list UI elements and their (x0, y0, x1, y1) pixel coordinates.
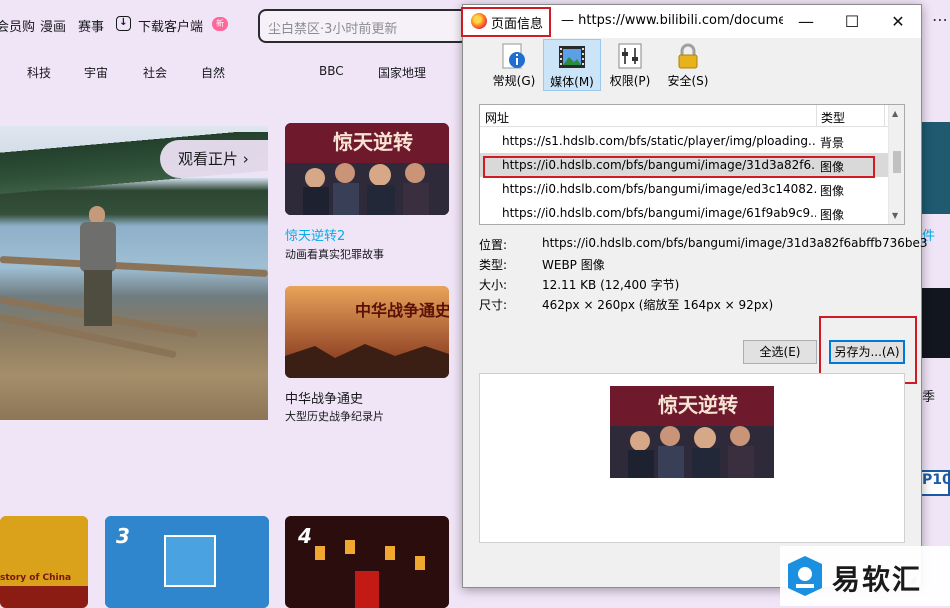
tab-label: 媒体(M) (550, 75, 594, 89)
media-list-header: 网址 类型 (480, 105, 904, 127)
preview-image: 惊天逆转 (610, 386, 774, 478)
detail-label: 类型: (479, 258, 508, 272)
column-header-address[interactable]: 网址 (485, 109, 509, 126)
page-info-dialog: 页面信息 — https://www.bilibili.com/document… (461, 4, 928, 588)
minimize-button[interactable]: — (783, 5, 829, 38)
tab-label: 常规(G) (492, 74, 536, 88)
highlight-box-title (461, 7, 551, 37)
nav-item-events[interactable]: 赛事 (78, 16, 104, 35)
media-row[interactable]: https://i0.hdslb.com/bfs/bangumi/image/6… (480, 201, 904, 224)
maximize-button[interactable]: ☐ (829, 5, 875, 38)
nav-item-manga[interactable]: 漫画 (40, 16, 66, 35)
category-tech[interactable]: 科技 (27, 64, 51, 81)
watermark: 易软汇 (780, 546, 950, 606)
media-row[interactable]: https://i0.hdslb.com/bfs/bangumi/image/e… (480, 177, 904, 201)
detail-value: https://i0.hdslb.com/bfs/bangumi/image/3… (542, 236, 928, 250)
media-row-url: https://s1.hdslb.com/bfs/static/player/i… (502, 134, 816, 148)
media-row-type: 图像 (820, 208, 845, 222)
detail-value: WEBP 图像 (542, 258, 605, 272)
category-bbc[interactable]: BBC (319, 64, 344, 78)
preview-text: 惊天逆转 (658, 393, 738, 417)
card-thumbnail-jingtian[interactable]: 惊天逆转 (285, 123, 449, 215)
tab-permissions[interactable]: 权限(P) (601, 39, 659, 91)
media-row[interactable]: https://s1.hdslb.com/bfs/static/player/i… (480, 129, 904, 153)
hero-person (76, 206, 120, 326)
right-edge-badge: P10 (918, 470, 950, 496)
right-edge-thumbnail[interactable] (922, 122, 950, 214)
preview-art: 惊天逆转 (610, 386, 774, 478)
card-title[interactable]: 惊天逆转2 (285, 225, 345, 244)
detail-label: 大小: (479, 278, 508, 292)
thumbnail-text: 中华战争通史 (355, 301, 449, 320)
search-placeholder: 尘白禁区·3小时前更新 (268, 22, 398, 37)
download-icon: ↓ (116, 16, 131, 31)
tab-media[interactable]: 媒体(M) (543, 39, 601, 91)
close-button[interactable]: ✕ (875, 5, 921, 38)
thumbnail-art: 惊天逆转 (285, 123, 449, 215)
media-list-scrollbar[interactable]: ▲ ▼ (888, 105, 904, 224)
column-header-type[interactable]: 类型 (821, 109, 845, 126)
tab-label: 安全(S) (667, 74, 709, 88)
detail-value: 462px × 260px (缩放至 164px × 92px) (542, 298, 774, 312)
detail-value: 12.11 KB (12,400 字节) (542, 278, 680, 292)
detail-label: 位置: (479, 238, 508, 252)
media-row-url: https://i0.hdslb.com/bfs/bangumi/image/e… (502, 182, 816, 196)
card-title[interactable]: 中华战争通史 (285, 388, 363, 407)
hero-log (0, 256, 268, 278)
dialog-tabs: 常规(G) 媒体(M) 权限(P) 安全(S) (463, 38, 921, 92)
category-natgeo[interactable]: 国家地理 (378, 64, 426, 81)
image-preview: 惊天逆转 (479, 373, 905, 543)
tab-security[interactable]: 安全(S) (659, 39, 717, 91)
watermark-text: 易软汇 (832, 563, 923, 596)
detail-label: 尺寸: (479, 298, 508, 312)
right-edge-title: 季 (922, 390, 936, 405)
nav-item-vip-shop[interactable]: 会员购 (0, 16, 35, 35)
dialog-titlebar[interactable]: 页面信息 — https://www.bilibili.com/document… (461, 5, 921, 38)
new-badge: 新 (212, 17, 228, 31)
site-search-input[interactable]: 尘白禁区·3小时前更新 (258, 9, 468, 43)
select-all-button[interactable]: 全选(E) (743, 340, 817, 364)
scroll-down-icon[interactable]: ▼ (892, 211, 898, 220)
permissions-icon (618, 43, 642, 69)
highlight-box-row (483, 156, 875, 178)
category-nature[interactable]: 自然 (201, 64, 225, 81)
tab-label: 权限(P) (609, 74, 651, 88)
scroll-thumb[interactable] (893, 151, 901, 173)
media-row-url: https://i0.hdslb.com/bfs/bangumi/image/6… (502, 206, 816, 220)
thumbnail-art: story of China (0, 516, 88, 608)
dialog-title-url: — https://www.bilibili.com/documentar... (561, 13, 783, 28)
category-universe[interactable]: 宇宙 (84, 64, 108, 81)
watch-full-button[interactable]: 观看正片 › (160, 140, 268, 178)
lock-icon (678, 43, 698, 69)
card-thumbnail-zhonghua[interactable]: 中华战争通史 (285, 286, 449, 378)
info-icon (502, 43, 525, 69)
media-icon (559, 46, 585, 68)
media-row-type: 图像 (820, 184, 845, 198)
thumbnail-text: 惊天逆转 (333, 130, 413, 154)
rank-number: 4 (298, 524, 312, 548)
thumbnail-art: 中华战争通史 (285, 286, 449, 378)
nav-item-download-client[interactable]: 下载客户端 (138, 16, 203, 35)
watermark-logo-icon (788, 556, 822, 596)
category-society[interactable]: 社会 (143, 64, 167, 81)
tab-general[interactable]: 常规(G) (485, 39, 543, 91)
card-subtitle: 动画看真实犯罪故事 (285, 248, 384, 261)
card-subtitle: 大型历史战争纪录片 (285, 410, 384, 423)
rank-number: 3 (116, 524, 130, 548)
thumbnail-text: story of China (0, 573, 71, 583)
media-row-type: 背景 (820, 136, 845, 150)
scroll-up-icon[interactable]: ▲ (892, 109, 898, 118)
bottom-thumbnail[interactable]: story of China (0, 516, 88, 608)
more-icon[interactable]: ⋯ (932, 10, 950, 36)
hero-banner[interactable]: 观看正片 › (0, 126, 268, 420)
